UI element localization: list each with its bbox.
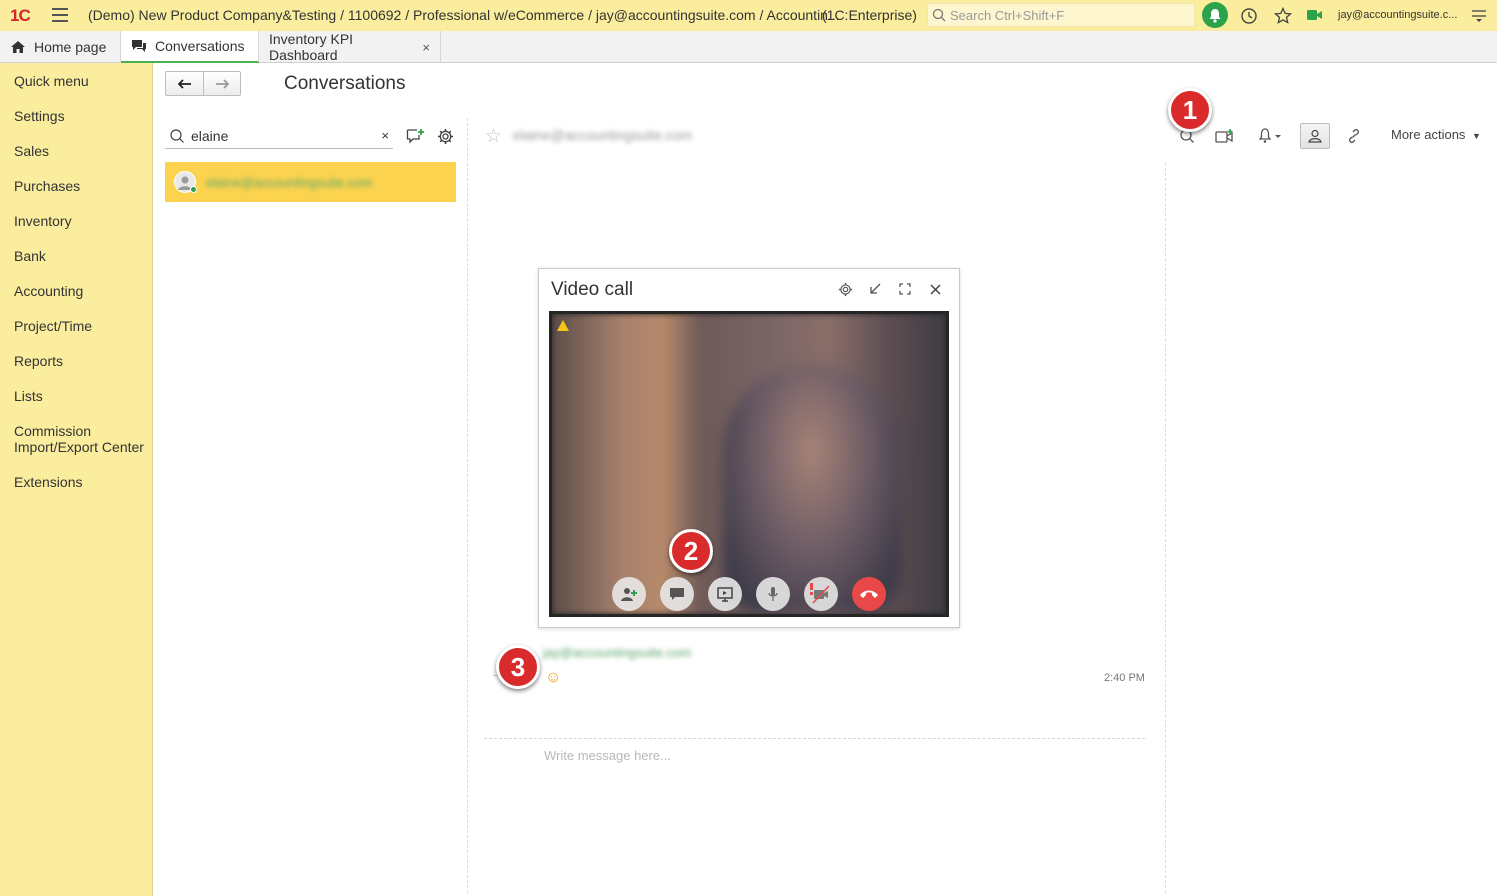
sidebar-item-reports[interactable]: Reports — [14, 353, 149, 369]
person-icon — [1308, 129, 1322, 143]
message-time: 2:40 PM — [1104, 672, 1145, 684]
add-user-icon — [621, 588, 637, 601]
app-mode: (1C:Enterprise) — [822, 7, 917, 23]
close-video-icon[interactable] — [927, 281, 943, 297]
clear-search-icon[interactable]: × — [381, 128, 389, 143]
new-conversation-icon[interactable] — [405, 126, 425, 146]
screen-share-button[interactable] — [708, 577, 742, 611]
more-actions-button[interactable]: More actions ▼ — [1391, 127, 1481, 142]
notifications-bell-icon[interactable] — [1202, 2, 1228, 28]
main-menu-icon[interactable] — [52, 8, 68, 22]
search-icon — [932, 8, 946, 22]
screen-share-icon — [717, 586, 733, 602]
global-search-placeholder: Search Ctrl+Shift+F — [950, 7, 1065, 23]
annotation-badge-3: 3 — [496, 645, 540, 689]
annotation-badge-2: 2 — [669, 529, 713, 573]
add-participant-button[interactable] — [612, 577, 646, 611]
end-call-button[interactable] — [852, 577, 886, 611]
video-participant-image — [722, 364, 902, 614]
conversations-icon — [132, 40, 146, 52]
minimize-video-icon[interactable] — [867, 281, 883, 297]
tab-conversations[interactable]: Conversations — [121, 31, 259, 63]
favorites-star-icon[interactable] — [1272, 5, 1294, 27]
detail-divider — [1165, 163, 1166, 893]
tab-inventory-kpi-dashboard[interactable]: Inventory KPI Dashboard × — [259, 31, 441, 63]
chevron-down-icon: ▼ — [1472, 131, 1481, 141]
microphone-icon — [768, 587, 778, 601]
panel-settings-icon[interactable] — [1470, 7, 1488, 25]
conversation-list-item[interactable]: elaine@accountingsuite.com — [165, 162, 456, 202]
conversation-item-name: elaine@accountingsuite.com — [206, 174, 373, 190]
more-actions-label: More actions — [1391, 127, 1466, 142]
home-icon — [11, 41, 25, 53]
hang-up-icon — [860, 590, 878, 598]
message-input[interactable]: Write message here... — [544, 748, 671, 763]
search-icon — [170, 128, 184, 143]
tab-conversations-label: Conversations — [155, 38, 245, 54]
top-bar: 1C (Demo) New Product Company&Testing / … — [0, 0, 1497, 31]
notification-settings-bell-icon[interactable] — [1253, 123, 1287, 149]
favorite-star-icon[interactable]: ☆ — [485, 125, 502, 148]
sidebar-item-extensions[interactable]: Extensions — [14, 474, 149, 490]
message-emoji: ☺ — [545, 669, 562, 686]
video-stream[interactable] — [549, 311, 949, 617]
tab-home-label: Home page — [34, 39, 107, 55]
conversation-header-name: elaine@accountingsuite.com — [513, 127, 693, 143]
video-call-window: Video call — [538, 268, 960, 628]
main-area: Conversations elaine × elaine@accounting… — [153, 63, 1497, 896]
arrow-left-icon — [177, 78, 191, 89]
back-button[interactable] — [166, 72, 203, 95]
video-camera-icon[interactable] — [1306, 7, 1324, 23]
sidebar-item-inventory[interactable]: Inventory — [14, 213, 149, 229]
page-title: Conversations — [284, 73, 406, 94]
video-call-title: Video call — [551, 279, 634, 300]
sidebar-item-commission-import-export[interactable]: Commission Import/Export Center — [14, 423, 149, 455]
conversation-search-input[interactable]: elaine × — [165, 123, 393, 149]
conversation-settings-gear-icon[interactable] — [435, 126, 455, 146]
chat-icon — [670, 588, 684, 600]
sidebar-item-project-time[interactable]: Project/Time — [14, 318, 149, 334]
current-user[interactable]: jay@accountingsuite.c... — [1338, 9, 1457, 21]
sidebar: Quick menu Settings Sales Purchases Inve… — [0, 63, 153, 896]
app-logo[interactable]: 1C — [10, 6, 31, 26]
sidebar-item-settings[interactable]: Settings — [14, 108, 149, 124]
message-sender: jay@accountingsuite.com — [543, 645, 692, 660]
sidebar-item-purchases[interactable]: Purchases — [14, 178, 149, 194]
annotation-badge-1: 1 — [1168, 88, 1212, 132]
tab-inventory-label: Inventory KPI Dashboard — [269, 31, 354, 63]
video-settings-gear-icon[interactable] — [837, 281, 853, 297]
warning-icon — [557, 320, 569, 331]
forward-button[interactable] — [203, 72, 240, 95]
online-status-dot — [190, 186, 197, 193]
history-icon[interactable] — [1238, 5, 1260, 27]
sidebar-item-lists[interactable]: Lists — [14, 388, 149, 404]
avatar — [174, 171, 197, 193]
camera-toggle-button[interactable] — [804, 577, 838, 611]
list-divider — [467, 118, 468, 893]
sidebar-item-quick-menu[interactable]: Quick menu — [14, 73, 149, 89]
sidebar-item-bank[interactable]: Bank — [14, 248, 149, 264]
sidebar-item-accounting[interactable]: Accounting — [14, 283, 149, 299]
compose-divider — [484, 738, 1145, 739]
app-title: (Demo) New Product Company&Testing / 110… — [88, 7, 840, 23]
fullscreen-icon[interactable] — [897, 281, 913, 297]
camera-off-icon — [810, 583, 830, 604]
sidebar-item-sales[interactable]: Sales — [14, 143, 149, 159]
tab-home-page[interactable]: Home page — [0, 31, 121, 63]
history-nav — [165, 71, 241, 96]
global-search-input[interactable]: Search Ctrl+Shift+F — [927, 3, 1195, 27]
tab-close-icon[interactable]: × — [422, 40, 430, 55]
arrow-right-icon — [216, 78, 229, 89]
tab-bar: Home page Conversations Inventory KPI Da… — [0, 31, 1497, 63]
chat-button[interactable] — [660, 577, 694, 611]
conversation-search-value: elaine — [191, 127, 229, 144]
microphone-button[interactable] — [756, 577, 790, 611]
copy-link-icon[interactable] — [1342, 123, 1366, 149]
start-video-call-icon[interactable] — [1213, 123, 1237, 149]
contact-info-button[interactable] — [1300, 123, 1330, 149]
